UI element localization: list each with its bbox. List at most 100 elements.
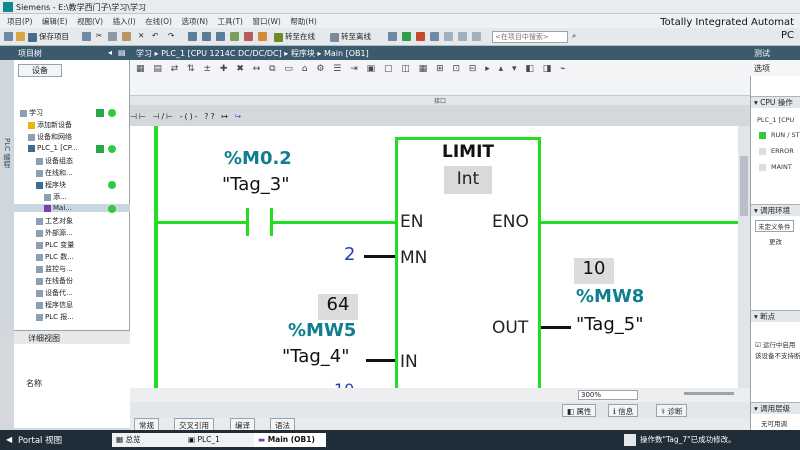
tree-item-external-sources[interactable]: 外部源... [14,228,130,238]
split-v-icon[interactable] [458,31,469,43]
menu-help[interactable]: 帮助(H) [290,16,317,27]
menu-view[interactable]: 视图(V) [77,16,103,27]
enable-breakpoints-checkbox[interactable]: ☑ 运行中启用 [755,339,795,349]
call-environment-section[interactable]: ▾ 调用环境 [751,204,800,216]
print-icon[interactable] [82,31,93,43]
go-online-button[interactable]: 转至在线 [274,31,315,43]
block-type[interactable]: Int [444,169,492,189]
online-status-icon[interactable] [244,31,255,43]
pin-icon[interactable]: ▤ [118,48,126,57]
stop-cpu-icon[interactable] [416,31,427,43]
simulation-icon[interactable] [230,31,241,43]
tree-item-add-block[interactable]: 添... [14,192,130,202]
window-icon[interactable] [472,31,483,43]
no-call-label: 无可用调 [761,420,787,428]
error-label: ERROR [771,147,794,155]
undo-icon[interactable]: ↶ [152,31,158,43]
zoom-slider[interactable] [684,392,734,395]
tree-item-online-backup[interactable]: 在线备份 [14,276,130,286]
call-condition-select[interactable]: 未定义条件 [755,220,794,232]
in-address[interactable]: %MW5 [288,320,356,341]
devices-tab[interactable]: 设备 [18,64,62,77]
new-project-icon[interactable] [4,31,15,43]
change-button[interactable]: 更改 [769,236,782,246]
coil-icon[interactable]: -()- [180,112,200,121]
compile-icon[interactable] [188,31,199,43]
copy-icon[interactable] [108,31,119,43]
open-branch-icon[interactable]: ↦ [221,112,230,121]
empty-box-icon[interactable]: ?? [204,112,217,121]
mn-constant[interactable]: 2 [344,244,355,265]
download-icon[interactable] [202,31,213,43]
online-ok-icon [108,109,116,117]
no-contact-icon[interactable]: ⊣⊢ [130,112,148,121]
tree-item-online-diag[interactable]: 在线和... [14,168,130,178]
pin-eno: ENO [492,212,529,232]
in-tag[interactable]: "Tag_4" [282,346,349,367]
tree-item-tech-objects[interactable]: 工艺对象 [14,216,130,226]
go-offline-button[interactable]: 转至离线 [330,31,371,43]
no-contact-left[interactable] [246,208,249,236]
cut-icon[interactable]: ✂ [96,31,102,43]
cross-reference-icon[interactable] [430,31,441,43]
vertical-scrollbar[interactable] [738,126,750,388]
save-project-button[interactable]: 保存项目 [28,31,69,43]
tree-item-device-proxy[interactable]: 设备代... [14,288,130,298]
interface-bar[interactable]: 接口 [130,96,750,105]
interface-label: 接口 [433,98,446,105]
nc-contact-icon[interactable]: ⊣/⊢ [152,112,175,121]
ladder-canvas[interactable]: %M0.2 "Tag_3" LIMIT Int EN ENO MN OUT IN… [130,126,738,388]
properties-tab[interactable]: ◧ 属性 [562,404,597,417]
collapse-icon[interactable]: ◂ [108,48,112,57]
plc-programming-strip[interactable]: PLC 编程 [0,60,14,330]
contact-tag[interactable]: "Tag_3" [222,174,289,195]
scrollbar-thumb[interactable] [740,156,748,216]
rung-wire [158,221,246,224]
menu-online[interactable]: 在线(O) [145,16,172,27]
tree-item-watch-force[interactable]: 监控与... [14,264,130,274]
call-hierarchy-section[interactable]: ▾ 调用层级 [751,402,800,414]
menu-insert[interactable]: 插入(I) [113,16,136,27]
menu-edit[interactable]: 编辑(E) [42,16,68,27]
breakpoints-section[interactable]: ▾ 断点 [751,310,800,322]
taskbar-plc1[interactable]: ▣ PLC_1 [184,433,254,447]
contact-address[interactable]: %M0.2 [224,148,292,169]
tree-item-device-config[interactable]: 设备组态 [14,156,130,166]
portal-view-button[interactable]: Portal 视图 [18,434,62,446]
split-h-icon[interactable] [444,31,455,43]
tree-item-devices-networks[interactable]: 设备和网络 [14,132,130,142]
zoom-select[interactable]: 300% [578,390,638,400]
tree-item-plc-data-types[interactable]: PLC 数... [14,252,130,262]
project-search-input[interactable] [492,31,568,43]
taskbar-main-ob1[interactable]: ▬ Main (OB1) [254,433,326,447]
menu-tools[interactable]: 工具(T) [218,16,243,27]
info-tab[interactable]: ℹ 信息 [608,404,639,417]
out-tag[interactable]: "Tag_5" [576,314,643,335]
taskbar-overview[interactable]: ▦ 总览 [112,433,184,447]
tree-item-plc-tags[interactable]: PLC 变量 [14,240,130,250]
diagnostics-tab[interactable]: ⚕ 诊断 [656,404,688,417]
out-address[interactable]: %MW8 [576,286,644,307]
tree-item-program-info[interactable]: 程序信息 [14,300,130,310]
go-online-icon[interactable] [258,31,269,43]
menu-options[interactable]: 选项(N) [182,16,208,27]
paste-icon[interactable] [122,31,133,43]
start-cpu-icon[interactable] [402,31,413,43]
redo-icon[interactable]: ↷ [168,31,174,43]
cpu-operator-section[interactable]: ▾ CPU 操作 [751,96,800,108]
run-stop-label: RUN / ST [771,131,800,139]
menu-project[interactable]: 项目(P) [7,16,32,27]
upload-icon[interactable] [216,31,227,43]
detail-view-header[interactable]: 详细视图 [14,330,130,344]
search-icon[interactable]: ⌕ [572,31,576,43]
editor-toolbar-icons[interactable]: ▦ ▤ ⇄ ⇅ ± ✚ ✖ ↔ ⧉ ▭ ⌂ ⚙ ☰ ⇥ ▣ ▢ ◫ ▦ ⊞ ⊡ … [136,64,569,74]
menu-window[interactable]: 窗口(W) [253,16,281,27]
tree-item-add-device[interactable]: 添加新设备 [14,120,130,130]
open-project-icon[interactable] [16,31,27,43]
accessible-devices-icon[interactable] [388,31,399,43]
testing-panel-header[interactable]: 测试 [750,46,800,60]
delete-icon[interactable]: ✕ [138,31,144,43]
portal-arrow-icon[interactable]: ◀ [6,435,12,444]
tree-item-plc-alarms[interactable]: PLC 报... [14,312,130,322]
close-branch-icon[interactable]: ↪ [235,112,244,121]
